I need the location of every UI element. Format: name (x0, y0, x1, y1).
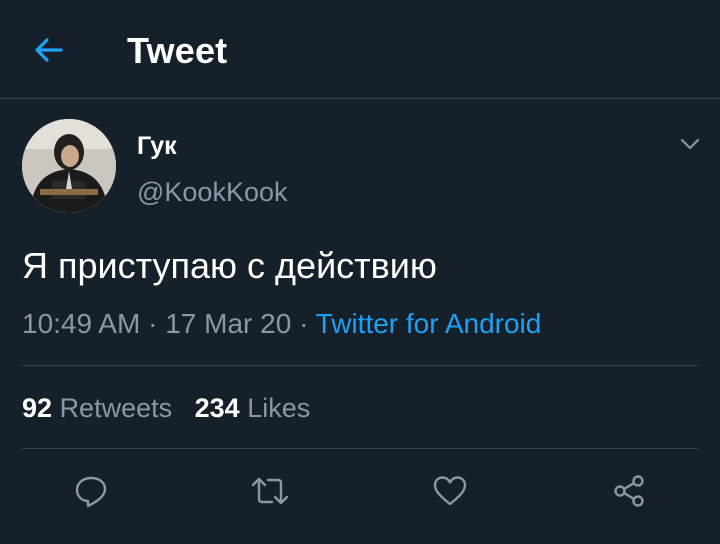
reply-icon (75, 476, 107, 508)
tweet-source-link[interactable]: Twitter for Android (316, 308, 542, 339)
tweet-time: 10:49 AM (22, 308, 141, 339)
likes-count: 234 (194, 393, 240, 423)
like-icon (433, 476, 467, 506)
author-display-name[interactable]: Гук (137, 132, 177, 161)
chevron-down-icon (680, 138, 700, 150)
likes-label: Likes (247, 393, 311, 423)
tweet-text: Я приступаю с действию (22, 245, 437, 286)
page-title: Tweet (127, 30, 228, 71)
divider (22, 365, 698, 366)
profile-photo (22, 119, 116, 213)
retweets-label: Retweets (59, 393, 173, 423)
share-icon (614, 475, 644, 507)
retweets-stat[interactable]: 92 Retweets (22, 393, 172, 423)
divider (22, 448, 698, 449)
retweet-button[interactable] (250, 471, 290, 511)
tweet-stats: 92 Retweets 234 Likes (22, 393, 310, 424)
share-button[interactable] (609, 471, 649, 511)
retweets-count: 92 (22, 393, 53, 423)
likes-stat[interactable]: 234 Likes (195, 393, 311, 423)
reply-button[interactable] (71, 471, 111, 511)
tweet-meta: 10:49 AM · 17 Mar 20 · Twitter for Andro… (22, 308, 541, 340)
author-handle[interactable]: @KookKook (137, 177, 288, 208)
arrow-left-icon (35, 38, 63, 62)
avatar[interactable] (22, 119, 116, 213)
back-button[interactable] (30, 32, 66, 68)
tweet-date: 17 Mar 20 (165, 308, 292, 339)
retweet-icon (251, 477, 289, 505)
top-bar: Tweet (0, 0, 720, 99)
meta-separator: · (299, 308, 309, 339)
tweet-actions (0, 466, 720, 516)
like-button[interactable] (430, 471, 470, 511)
meta-separator: · (148, 308, 158, 339)
tweet-options-button[interactable] (676, 132, 704, 156)
